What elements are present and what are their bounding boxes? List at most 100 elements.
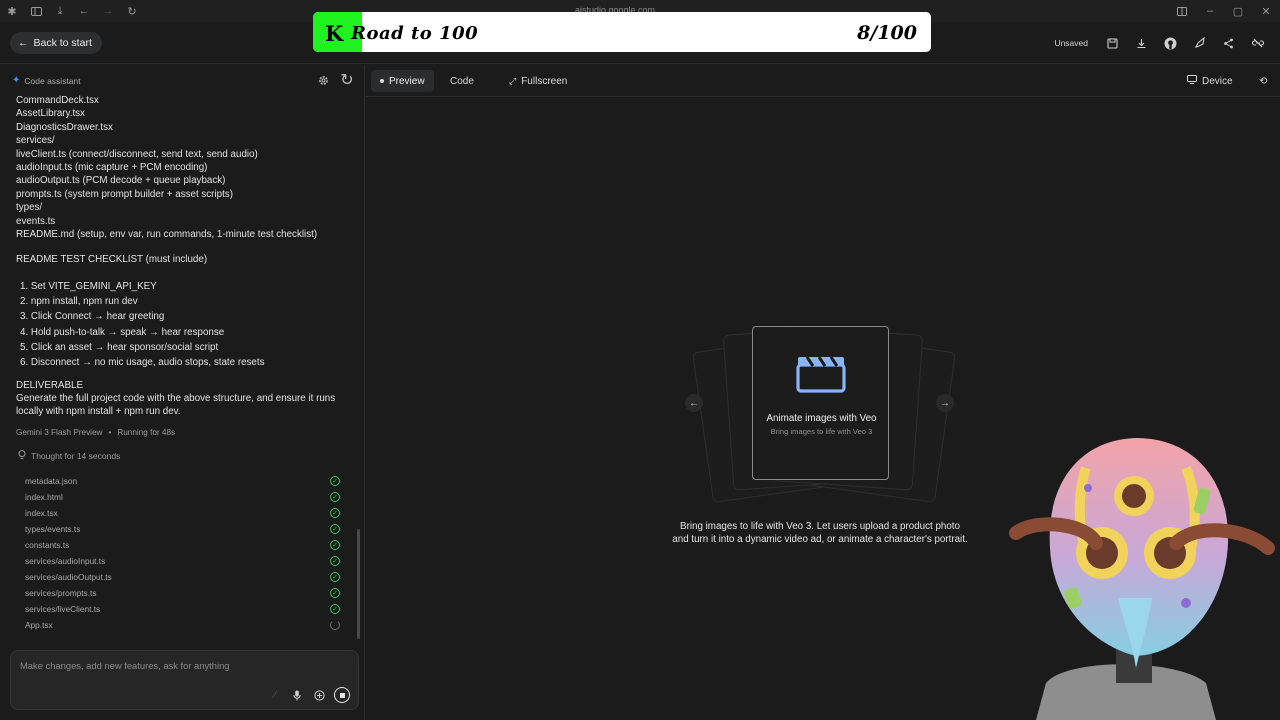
chat-scrollbar-thumb[interactable] (357, 529, 360, 639)
clapperboard-icon (796, 356, 846, 393)
file-name: services/liveClient.ts (25, 604, 101, 614)
microphone-icon[interactable] (290, 688, 304, 702)
feature-card[interactable]: Animate images with Veo Bring images to … (752, 326, 889, 480)
file-name: metadata.json (25, 476, 78, 486)
generated-files-list: metadata.json ✓ index.html ✓ index.tsx ✓ types… (25, 473, 340, 633)
file-row: index.html ✓ (25, 489, 340, 505)
save-status: Unsaved (1054, 38, 1088, 48)
back-to-start-label: Back to start (33, 37, 92, 49)
card-subtitle: Bring images to life with Veo 3 (770, 427, 873, 436)
message-line: README.md (setup, env var, run commands,… (16, 229, 318, 241)
thought-toggle[interactable]: Thought for 14 seconds (18, 450, 120, 462)
maximize-icon[interactable]: ▢ (1224, 0, 1252, 22)
mascot-character-image (1009, 438, 1275, 720)
device-button[interactable]: Device (1178, 70, 1242, 92)
tab-code-label: Code (450, 75, 474, 87)
app-logo-icon[interactable]: ✱ (0, 0, 24, 22)
file-name: constants.ts (25, 540, 70, 550)
refresh-icon[interactable]: ↻ (338, 72, 356, 89)
road-to-100-banner: K Road to 100 8/100 (313, 12, 931, 52)
add-attachment-icon[interactable] (312, 688, 326, 702)
message-line: events.ts (16, 215, 56, 227)
checklist-item: 2. npm install, npm run dev (20, 296, 138, 308)
download-icon[interactable] (1127, 32, 1156, 54)
file-row: constants.ts ✓ (25, 537, 340, 553)
active-dot-icon (380, 79, 384, 83)
file-name: index.html (25, 492, 63, 502)
file-name: App.tsx (25, 620, 53, 630)
message-line: liveClient.ts (connect/disconnect, send … (16, 148, 258, 160)
sidebar-toggle-icon[interactable] (24, 0, 48, 22)
preview-tabs-bar: Preview Code ⤢ Fullscreen Device ⟲ (366, 65, 1280, 97)
settings-gear-icon[interactable] (314, 73, 332, 87)
close-window-icon[interactable]: ✕ (1252, 0, 1280, 22)
file-row: index.tsx ✓ (25, 505, 340, 521)
rotate-preview-button[interactable]: ⟲ (1250, 70, 1276, 92)
code-assistant-title: Code assistant (24, 75, 81, 86)
message-line: audioOutput.ts (PCM decode + queue playb… (16, 175, 226, 187)
running-time: Running for 48s (117, 428, 176, 437)
tab-fullscreen[interactable]: ⤢ Fullscreen (500, 70, 576, 92)
message-line: prompts.ts (system prompt builder + asse… (16, 188, 233, 200)
stop-generation-button[interactable] (334, 687, 350, 703)
checklist-item: 6. Disconnect → no mic usage, audio stop… (20, 357, 265, 369)
arrow-right-icon: → (940, 397, 950, 409)
deploy-rocket-icon[interactable] (1185, 32, 1214, 54)
code-assistant-header: ✦ Code assistant (12, 75, 81, 86)
description-line: Bring images to life with Veo 3. Let use… (680, 521, 960, 532)
forward-arrow-icon[interactable]: → (96, 0, 120, 22)
checklist-heading: README TEST CHECKLIST (must include) (16, 254, 208, 266)
message-line: DiagnosticsDrawer.tsx (16, 121, 113, 133)
message-line: AssetLibrary.tsx (16, 108, 85, 120)
code-assistant-panel: ✦ Code assistant ↻ CommandDeck.tsx AssetL… (0, 65, 365, 720)
share-icon[interactable] (1214, 32, 1243, 54)
file-name: services/prompts.ts (25, 588, 97, 598)
back-arrow-icon[interactable]: ← (72, 0, 96, 22)
split-view-icon[interactable] (1168, 0, 1196, 22)
file-row: services/audioInput.ts ✓ (25, 553, 340, 569)
description-line: and turn it into a dynamic video ad, or … (672, 534, 968, 546)
card-title: Animate images with Veo (766, 413, 877, 424)
file-name: types/events.ts (25, 524, 81, 534)
assistant-message: CommandDeck.tsx AssetLibrary.tsx Diagnosti… (16, 94, 356, 419)
carousel-next-button[interactable]: → (936, 394, 954, 412)
file-row: metadata.json ✓ (25, 473, 340, 489)
tab-preview-label: Preview (389, 75, 425, 87)
file-name: index.tsx (25, 508, 58, 518)
prompt-composer[interactable]: Make changes, add new features, ask for … (10, 650, 359, 710)
checklist-item: 1. Set VITE_GEMINI_API_KEY (20, 280, 157, 292)
checklist: 1. Set VITE_GEMINI_API_KEY 2. npm install… (16, 279, 356, 371)
check-circle-icon: ✓ (330, 556, 340, 566)
link-off-icon[interactable] (1243, 32, 1272, 54)
run-status: Gemini 3 Flash Preview • Running for 48s (16, 428, 175, 437)
lightbulb-icon (18, 450, 26, 462)
github-icon[interactable] (1156, 32, 1185, 54)
feature-description: Bring images to life with Veo 3. Let use… (620, 520, 1020, 547)
minimize-icon[interactable]: – (1196, 0, 1224, 22)
gemini-spark-icon: ✦ (12, 75, 21, 86)
file-row: App.tsx (25, 617, 340, 633)
back-to-start-button[interactable]: ← Back to start (10, 32, 102, 54)
message-line: types/ (16, 202, 43, 214)
file-name: services/audioInput.ts (25, 556, 106, 566)
checklist-item: 5. Click an asset → hear sponsor/social … (20, 342, 219, 354)
magic-wand-icon[interactable]: ⁄ (268, 688, 282, 702)
checklist-item: 3. Click Connect → hear greeting (20, 311, 165, 323)
download-icon[interactable]: ⤓ (48, 0, 72, 22)
chat-scrollbar[interactable] (357, 99, 361, 645)
reload-icon[interactable]: ↻ (120, 0, 144, 22)
check-circle-icon: ✓ (330, 572, 340, 582)
tab-code[interactable]: Code (441, 70, 483, 92)
rotate-icon: ⟲ (1259, 75, 1268, 87)
check-circle-icon: ✓ (330, 524, 340, 534)
carousel-prev-button[interactable]: ← (685, 394, 703, 412)
save-icon[interactable] (1098, 32, 1127, 54)
tab-preview[interactable]: Preview (371, 70, 434, 92)
thought-label: Thought for 14 seconds (31, 451, 121, 461)
message-line: CommandDeck.tsx (16, 95, 99, 106)
composer-placeholder[interactable]: Make changes, add new features, ask for … (20, 660, 230, 671)
arrow-left-icon: ← (18, 37, 29, 49)
device-label: Device (1202, 75, 1233, 87)
check-circle-icon: ✓ (330, 540, 340, 550)
check-circle-icon: ✓ (330, 508, 340, 518)
